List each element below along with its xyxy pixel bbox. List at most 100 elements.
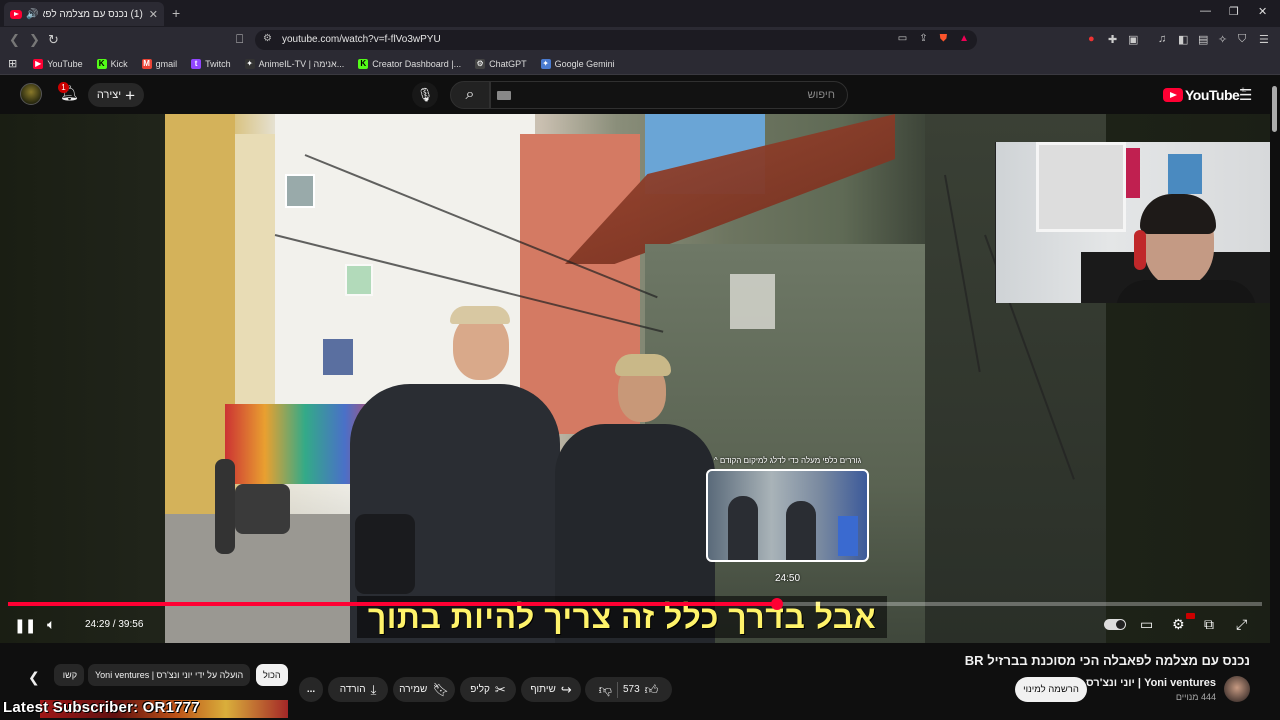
subscribe-button[interactable]: הרשמה למינוי xyxy=(1015,677,1087,702)
bookmark-gmail[interactable]: Mgmail xyxy=(141,58,177,69)
video-player[interactable]: גוררים כלפי מעלה כדי לדלג למיקום הקודם ^… xyxy=(0,114,1270,643)
url-text[interactable]: youtube.com/watch?v=f-flVo3wPYU xyxy=(282,34,441,45)
seek-preview-thumbnail xyxy=(706,469,869,562)
chip-all[interactable]: הכול xyxy=(256,664,288,686)
pause-icon[interactable]: ❚❚ xyxy=(14,617,36,634)
share-button[interactable]: ↪ שיתוף xyxy=(521,677,581,702)
media-icon[interactable]: ♫ xyxy=(1158,33,1166,45)
scene-person-hair-right xyxy=(615,354,671,376)
bookmark-youtube[interactable]: ▶ YouTube xyxy=(33,58,83,69)
scene-background-person xyxy=(215,459,235,554)
leo-ai-icon[interactable]: ✧ xyxy=(1218,33,1227,46)
time-display: 24:29 / 39:56 xyxy=(85,619,144,630)
clip-button[interactable]: ✂ קליפ xyxy=(460,677,516,702)
hd-badge xyxy=(1186,613,1195,619)
active-tab[interactable]: 🔊 (1) נכנס עם מצלמה לפאבלה ✕ xyxy=(4,2,164,26)
scene-motorcycle xyxy=(235,484,290,534)
tab-close-icon[interactable]: ✕ xyxy=(149,8,158,21)
screenshot-icon[interactable]: ▣ xyxy=(1128,33,1138,46)
wallet-icon[interactable]: ▤ xyxy=(1198,33,1208,46)
download-icon: ⤓ xyxy=(370,681,377,697)
chip-uploaded-by[interactable]: הועלה על ידי יוני ונצ'רס | Yoni ventures xyxy=(88,664,251,686)
like-dislike-pill: 👎︎ 573 👍︎ xyxy=(585,677,672,702)
youtube-logo-text: YouTube xyxy=(1185,87,1240,103)
cam-poster xyxy=(1126,148,1140,198)
share-icon[interactable]: ⇪ xyxy=(919,33,927,44)
subtitles-icon[interactable]: ▭ xyxy=(1140,616,1153,633)
bookmark-creator-dashboard[interactable]: K Creator Dashboard |... xyxy=(358,58,461,69)
apps-grid-icon[interactable]: ⊞ xyxy=(8,57,17,70)
bookmark-gemini[interactable]: ✦ Google Gemini xyxy=(540,58,615,69)
progress-played xyxy=(8,602,777,606)
video-frame[interactable] xyxy=(165,114,1106,643)
create-label: יצירה xyxy=(96,89,122,101)
scrubber-handle[interactable] xyxy=(770,598,783,610)
twitch-icon: t xyxy=(191,58,202,69)
bookmark-chatgpt[interactable]: ⚙ ChatGPT xyxy=(475,58,527,69)
extensions-icon[interactable]: ✚ xyxy=(1108,33,1117,46)
latest-subscriber-overlay: Latest Subscriber: OR1777 xyxy=(3,699,200,716)
voice-search-mic-icon[interactable]: 🎙︎ xyxy=(412,82,438,108)
new-tab-button[interactable]: + xyxy=(172,5,180,21)
youtube-header: 🔔︎ 1 יצירה + 🎙︎ ⌕ חיפוש YouTube IL ☰ xyxy=(0,76,1270,114)
chips-scroll-left-icon[interactable]: ❮ xyxy=(28,669,40,686)
volume-icon[interactable]: 🔈︎ xyxy=(47,616,55,633)
create-button[interactable]: יצירה + xyxy=(88,83,144,107)
like-count[interactable]: 573 xyxy=(623,684,640,695)
notification-count-badge: 1 xyxy=(58,82,69,93)
chip-related[interactable]: קשו xyxy=(54,664,84,686)
scene-person-bag xyxy=(355,514,415,594)
progress-bar[interactable] xyxy=(8,598,1262,610)
brave-rewards-icon[interactable]: ▲ xyxy=(959,33,969,44)
share-label: שיתוף xyxy=(530,684,556,695)
restore-button[interactable]: ❐ xyxy=(1229,5,1239,18)
page-scrollbar[interactable] xyxy=(1272,86,1277,132)
keyboard-icon[interactable] xyxy=(497,91,511,100)
kick-icon: K xyxy=(96,58,107,69)
dislike-icon[interactable]: 👎︎ xyxy=(599,682,612,698)
extension-record-icon[interactable]: ● xyxy=(1088,33,1095,45)
minimize-button[interactable]: — xyxy=(1200,5,1211,17)
bookmark-kick[interactable]: K Kick xyxy=(96,58,128,69)
search-input[interactable]: חיפוש xyxy=(490,81,848,109)
preview-chapter-hint: גוררים כלפי מעלה כדי לדלג למיקום הקודם ^ xyxy=(713,456,862,465)
preview-person xyxy=(786,501,816,560)
site-info-icon[interactable]: ⚙ xyxy=(263,33,272,44)
settings-gear-icon[interactable]: ⚙ xyxy=(1172,616,1185,633)
youtube-logo[interactable]: YouTube IL xyxy=(1163,87,1246,103)
back-icon[interactable]: ❮ xyxy=(9,32,20,48)
bookmarks-bar: ⊞ ▶ YouTube K Kick Mgmail t Twitch ✦ AnimeIL… xyxy=(0,53,1280,75)
account-avatar[interactable] xyxy=(20,83,42,105)
reload-icon[interactable]: ↻ xyxy=(48,32,59,48)
bookmark-animeil[interactable]: ✦ AnimeIL-TV | אנימה... xyxy=(244,58,344,69)
miniplayer-icon[interactable]: ⧉ xyxy=(1204,616,1214,633)
like-icon[interactable]: 👍︎ xyxy=(645,682,659,698)
forward-icon[interactable]: ❯ xyxy=(29,32,40,48)
close-window-button[interactable]: ✕ xyxy=(1258,5,1267,18)
vpn-icon[interactable]: ⛉ xyxy=(1238,33,1246,46)
cast-icon[interactable]: ▭ xyxy=(898,33,907,44)
download-button[interactable]: ⤓ הורדה xyxy=(328,677,388,702)
speaker-icon[interactable]: 🔊 xyxy=(26,9,38,20)
youtube-favicon-icon xyxy=(10,9,22,19)
guide-menu-icon[interactable]: ☰ xyxy=(1239,86,1252,104)
bookmark-page-icon[interactable]: ⎕ xyxy=(236,32,243,47)
scissors-icon: ✂ xyxy=(494,681,506,697)
gemini-icon: ✦ xyxy=(540,58,551,69)
scene-poster xyxy=(730,274,775,329)
menu-icon[interactable]: ☰ xyxy=(1259,33,1269,46)
bookmark-twitch[interactable]: t Twitch xyxy=(191,58,231,69)
more-actions-button[interactable]: ... xyxy=(299,677,323,702)
scene-building-edge xyxy=(235,134,275,434)
sidebar-icon[interactable]: ◧ xyxy=(1178,33,1188,46)
fullscreen-icon[interactable]: ⤢ xyxy=(1236,616,1247,633)
search-button[interactable]: ⌕ xyxy=(450,81,490,109)
preview-person xyxy=(728,496,758,560)
cam-headphone-icon xyxy=(1134,230,1146,270)
youtube-play-logo-icon xyxy=(1163,88,1183,102)
save-button[interactable]: 🔖︎ שמירה xyxy=(393,677,455,702)
address-bar[interactable]: ⚙ youtube.com/watch?v=f-flVo3wPYU ▭ ⇪ ⛊ … xyxy=(255,30,977,50)
autoplay-toggle[interactable] xyxy=(1104,619,1126,630)
brave-shield-icon[interactable]: ⛊ xyxy=(940,33,948,44)
channel-avatar[interactable] xyxy=(1224,676,1250,702)
